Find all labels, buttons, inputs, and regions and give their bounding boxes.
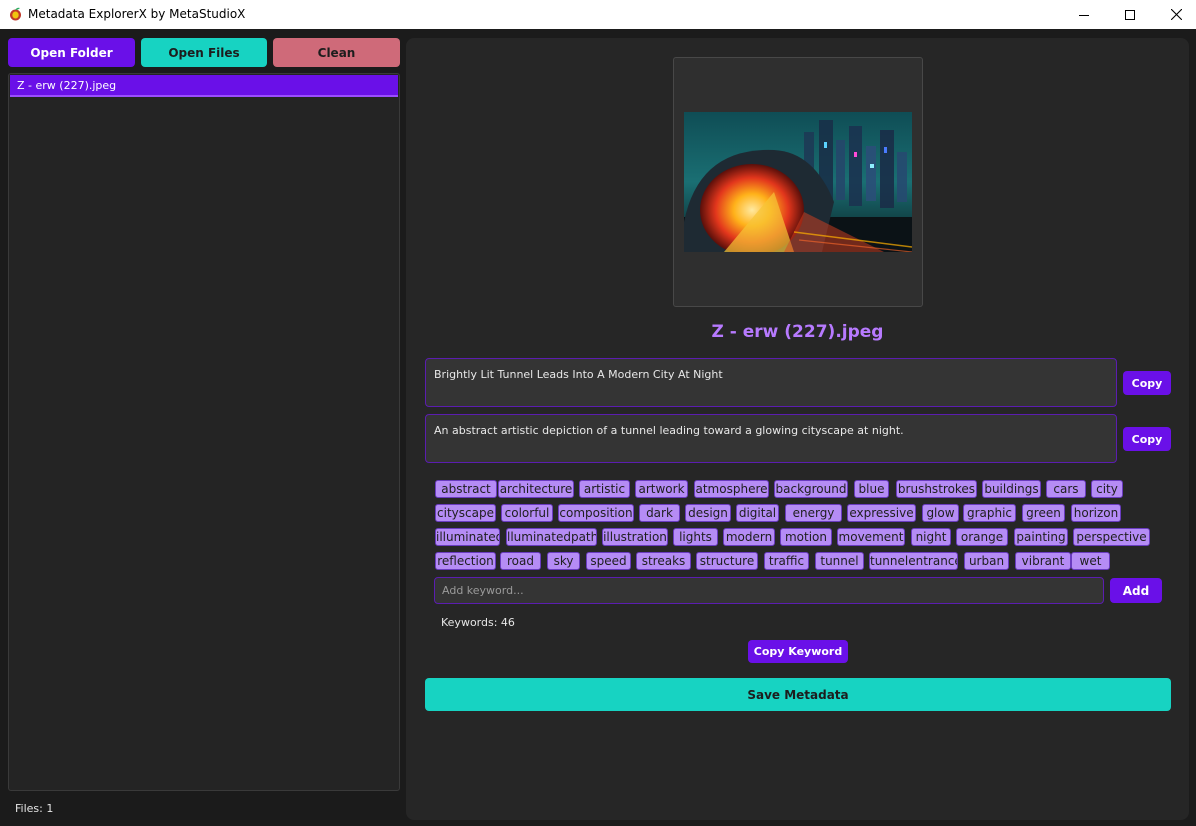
keyword-tag[interactable]: movement	[837, 528, 905, 546]
copy-description-button[interactable]: Copy	[1123, 427, 1171, 451]
keyword-tag[interactable]: artistic	[579, 480, 630, 498]
keyword-tag[interactable]: horizon	[1071, 504, 1121, 522]
metadata-title-field[interactable]: Brightly Lit Tunnel Leads Into A Modern …	[425, 358, 1117, 407]
keyword-tag[interactable]: wet	[1071, 552, 1110, 570]
details-panel: Z - erw (227).jpeg Brightly Lit Tunnel L…	[406, 38, 1189, 820]
keyword-tag[interactable]: tunnelentrance	[869, 552, 958, 570]
close-icon	[1170, 9, 1182, 20]
image-preview	[684, 112, 912, 252]
keyword-tag[interactable]: buildings	[982, 480, 1041, 498]
keyword-tag[interactable]: speed	[586, 552, 631, 570]
keyword-tag[interactable]: traffic	[764, 552, 809, 570]
file-list[interactable]: Z - erw (227).jpeg	[8, 73, 400, 791]
keyword-tag[interactable]: energy	[785, 504, 842, 522]
keyword-tag[interactable]: dark	[639, 504, 680, 522]
keyword-tag[interactable]: urban	[964, 552, 1009, 570]
selected-file-title: Z - erw (227).jpeg	[711, 322, 884, 342]
keyword-tag[interactable]: structure	[696, 552, 758, 570]
keyword-tag[interactable]: streaks	[636, 552, 691, 570]
keyword-tag[interactable]: architecture	[498, 480, 574, 498]
keyword-tag[interactable]: blue	[854, 480, 889, 498]
keyword-count: Keywords: 46	[441, 616, 515, 629]
image-preview-frame	[673, 57, 923, 307]
save-metadata-button[interactable]: Save Metadata	[425, 678, 1171, 711]
minimize-button[interactable]	[1061, 0, 1107, 29]
metadata-description-field[interactable]: An abstract artistic depiction of a tunn…	[425, 414, 1117, 463]
keyword-tag[interactable]: painting	[1014, 528, 1068, 546]
keyword-tag[interactable]: road	[500, 552, 541, 570]
keyword-tag[interactable]: tunnel	[815, 552, 864, 570]
window-title: Metadata ExplorerX by MetaStudioX	[28, 7, 246, 21]
keyword-tag[interactable]: glow	[922, 504, 959, 522]
clean-button[interactable]: Clean	[273, 38, 400, 67]
keyword-tag[interactable]: perspective	[1073, 528, 1150, 546]
keyword-tag[interactable]: night	[911, 528, 951, 546]
keyword-tag[interactable]: lluminatedpath	[506, 528, 597, 546]
keyword-tag[interactable]: cityscape	[435, 504, 496, 522]
file-list-item-selected[interactable]: Z - erw (227).jpeg	[10, 75, 398, 97]
keyword-tag[interactable]: digital	[736, 504, 779, 522]
maximize-icon	[1125, 9, 1135, 20]
close-button[interactable]	[1153, 0, 1196, 29]
keyword-tag[interactable]: modern	[723, 528, 775, 546]
keyword-tag[interactable]: illustration	[602, 528, 668, 546]
keyword-tag[interactable]: orange	[956, 528, 1008, 546]
keyword-tag[interactable]: vibrant	[1015, 552, 1071, 570]
maximize-button[interactable]	[1107, 0, 1153, 29]
keyword-tag[interactable]: city	[1091, 480, 1123, 498]
minimize-icon	[1079, 14, 1089, 16]
keyword-tag[interactable]: artwork	[635, 480, 688, 498]
copy-title-button[interactable]: Copy	[1123, 371, 1171, 395]
open-files-button[interactable]: Open Files	[141, 38, 267, 67]
keyword-tag[interactable]: expressive	[847, 504, 916, 522]
keyword-tag[interactable]: cars	[1046, 480, 1086, 498]
keyword-tag[interactable]: graphic	[963, 504, 1016, 522]
keyword-tag[interactable]: reflection	[435, 552, 496, 570]
keyword-tag[interactable]: colorful	[501, 504, 553, 522]
keyword-tag[interactable]: abstract	[435, 480, 497, 498]
keyword-tag[interactable]: composition	[558, 504, 634, 522]
keyword-tag[interactable]: green	[1022, 504, 1065, 522]
keyword-tag[interactable]: background	[774, 480, 848, 498]
files-count-status: Files: 1	[15, 802, 54, 815]
app-logo-icon	[10, 7, 21, 21]
keyword-tag[interactable]: atmosphere	[694, 480, 769, 498]
copy-keyword-button[interactable]: Copy Keyword	[748, 640, 848, 663]
keyword-tag[interactable]: design	[685, 504, 731, 522]
keyword-tag[interactable]: lights	[673, 528, 718, 546]
keyword-tag[interactable]: brushstrokes	[896, 480, 977, 498]
add-keyword-input[interactable]	[434, 577, 1104, 604]
title-bar: Metadata ExplorerX by MetaStudioX	[0, 0, 1196, 29]
keyword-tag[interactable]: illuminated	[435, 528, 500, 546]
add-keyword-button[interactable]: Add	[1110, 578, 1162, 603]
open-folder-button[interactable]: Open Folder	[8, 38, 135, 67]
keyword-tag[interactable]: sky	[547, 552, 580, 570]
keyword-tag[interactable]: motion	[780, 528, 832, 546]
